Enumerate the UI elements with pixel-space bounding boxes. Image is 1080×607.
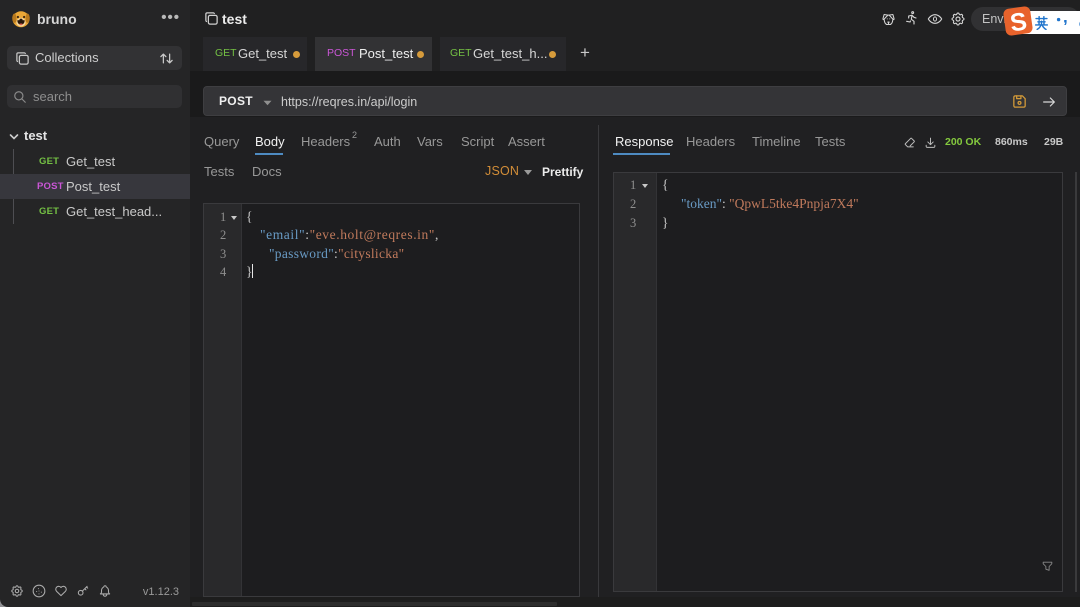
svg-text:,: , — [1063, 17, 1068, 27]
